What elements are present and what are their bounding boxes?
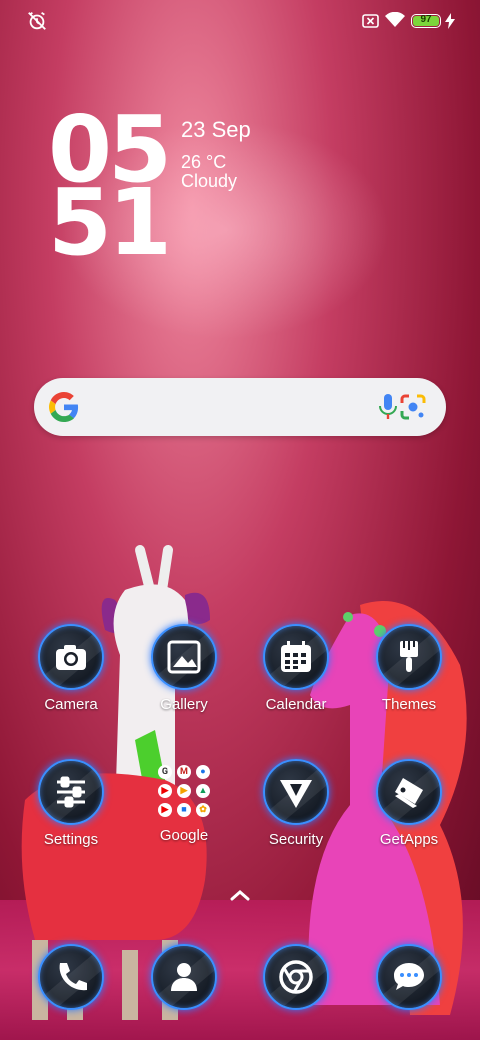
app-getapps[interactable]: GetApps bbox=[359, 759, 459, 848]
calendar-icon bbox=[263, 624, 329, 690]
google-folder-icon: G M ● ▶ ▶ ▲ ▶ ■ ✿ bbox=[153, 759, 215, 821]
sim-off-icon bbox=[362, 14, 379, 28]
app-label: Themes bbox=[381, 696, 437, 713]
date-label[interactable]: 23 Sep bbox=[181, 117, 251, 143]
app-label: Security bbox=[268, 831, 324, 848]
app-label: Gallery bbox=[160, 696, 208, 713]
battery-level: 97 bbox=[420, 14, 432, 25]
app-themes[interactable]: Themes bbox=[359, 624, 459, 713]
chrome-icon bbox=[263, 944, 329, 1010]
getapps-icon bbox=[376, 759, 442, 825]
app-gallery[interactable]: Gallery bbox=[134, 624, 234, 713]
app-camera[interactable]: Camera bbox=[21, 624, 121, 713]
wifi-icon bbox=[385, 12, 405, 27]
app-settings[interactable]: Settings bbox=[21, 759, 121, 848]
contacts-icon bbox=[151, 944, 217, 1010]
app-folder-google[interactable]: G M ● ▶ ▶ ▲ ▶ ■ ✿ Google bbox=[134, 759, 234, 844]
app-label: Google bbox=[159, 827, 209, 844]
mic-icon[interactable] bbox=[377, 393, 399, 421]
weather-condition[interactable]: Cloudy bbox=[181, 171, 237, 192]
app-label: Calendar bbox=[265, 696, 327, 713]
shield-triangle-icon bbox=[263, 759, 329, 825]
camera-icon bbox=[38, 624, 104, 690]
phone-icon bbox=[38, 944, 104, 1010]
dock-phone[interactable] bbox=[21, 944, 121, 1010]
charging-icon bbox=[445, 13, 455, 29]
dock-contacts[interactable] bbox=[134, 944, 234, 1010]
alarm-off-icon bbox=[28, 11, 46, 30]
chevron-up-icon[interactable] bbox=[226, 884, 254, 906]
temperature-label[interactable]: 26 °C bbox=[181, 152, 226, 173]
dock-messages[interactable] bbox=[359, 944, 459, 1010]
google-search-bar[interactable] bbox=[34, 378, 446, 436]
app-calendar[interactable]: Calendar bbox=[246, 624, 346, 713]
paintbrush-icon bbox=[376, 624, 442, 690]
lens-icon[interactable] bbox=[399, 393, 427, 421]
battery-icon: 97 bbox=[411, 14, 441, 28]
dock-chrome[interactable] bbox=[246, 944, 346, 1010]
messages-icon bbox=[376, 944, 442, 1010]
app-security[interactable]: Security bbox=[246, 759, 346, 848]
app-label: Camera bbox=[44, 696, 98, 713]
google-g-icon bbox=[49, 392, 79, 422]
app-label: Settings bbox=[43, 831, 99, 848]
search-input[interactable] bbox=[92, 388, 366, 428]
sliders-icon bbox=[38, 759, 104, 825]
clock-minute[interactable]: 51 bbox=[48, 177, 172, 269]
gallery-icon bbox=[151, 624, 217, 690]
status-bar: 97 bbox=[0, 0, 480, 44]
app-label: GetApps bbox=[379, 831, 439, 848]
